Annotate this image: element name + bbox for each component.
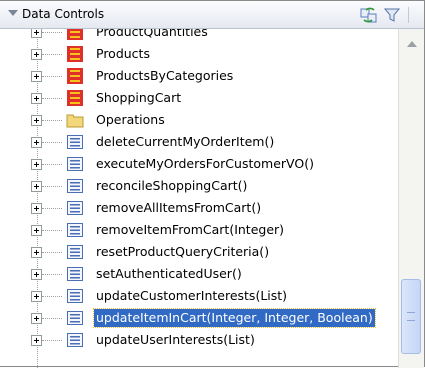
tree-item-label[interactable]: resetProductQueryCriteria() <box>94 243 271 261</box>
method-icon <box>66 266 84 282</box>
expand-plus-icon[interactable] <box>31 269 42 280</box>
toolbar-separator <box>408 7 409 23</box>
tree-connector <box>42 208 62 209</box>
tree-item[interactable]: ProductQuantities <box>0 29 398 44</box>
tree-connector <box>42 76 62 77</box>
tree-item[interactable]: removeItemFromCart(Integer) <box>0 220 398 242</box>
tree-connector <box>42 164 62 165</box>
collapse-arrow-icon[interactable] <box>8 10 18 16</box>
tree-connector <box>42 252 62 253</box>
data-controls-panel: Data Controls ProductQuantities Products P… <box>0 0 425 368</box>
collection-icon <box>66 68 84 84</box>
tree-item-label[interactable]: reconcileShoppingCart() <box>94 177 249 195</box>
tree-item-label[interactable]: updateCustomerInterests(List) <box>94 287 289 305</box>
tree-item[interactable]: deleteCurrentMyOrderItem() <box>0 132 398 154</box>
refresh-icon[interactable] <box>360 6 378 24</box>
expand-plus-icon[interactable] <box>31 291 42 302</box>
tree-item-label[interactable]: deleteCurrentMyOrderItem() <box>94 133 276 151</box>
collection-icon <box>66 90 84 106</box>
tree-item-label[interactable]: removeItemFromCart(Integer) <box>94 221 286 239</box>
vertical-scrollbar[interactable] <box>398 29 424 368</box>
tree-item-label[interactable]: executeMyOrdersForCustomerVO() <box>94 155 316 173</box>
tree-item[interactable]: reconcileShoppingCart() <box>0 176 398 198</box>
tree-item[interactable]: updateItemInCart(Integer, Integer, Boole… <box>0 308 398 330</box>
scroll-up-arrow-icon[interactable] <box>407 41 417 47</box>
tree-item[interactable]: ProductsByCategories <box>0 66 398 88</box>
expand-plus-icon[interactable] <box>31 93 42 104</box>
tree-item[interactable]: resetProductQueryCriteria() <box>0 242 398 264</box>
tree-connector <box>42 340 62 341</box>
scrollbar-thumb[interactable] <box>401 279 421 354</box>
method-icon <box>66 222 84 238</box>
expand-plus-icon[interactable] <box>31 71 42 82</box>
tree-connector <box>42 274 62 275</box>
tree-item-label[interactable]: updateUserInterests(List) <box>94 331 257 349</box>
tree-item-label[interactable]: ShoppingCart <box>94 89 183 107</box>
tree-connector <box>42 32 62 33</box>
collection-icon <box>66 29 84 40</box>
expand-plus-icon[interactable] <box>31 313 42 324</box>
tree-connector <box>42 230 62 231</box>
tree-connector <box>42 120 62 121</box>
panel-header: Data Controls <box>0 1 424 29</box>
method-icon <box>66 178 84 194</box>
expand-plus-icon[interactable] <box>31 181 42 192</box>
tree-item[interactable]: Products <box>0 44 398 66</box>
tree-item-label[interactable]: ProductQuantities <box>94 29 210 41</box>
expand-plus-icon[interactable] <box>31 49 42 60</box>
expand-plus-icon[interactable] <box>31 159 42 170</box>
folder-icon <box>66 112 84 128</box>
tree-item[interactable]: Operations <box>0 110 398 132</box>
tree-connector <box>42 318 62 319</box>
method-icon <box>66 244 84 260</box>
tree-item-label[interactable]: updateItemInCart(Integer, Integer, Boole… <box>93 308 376 328</box>
expand-plus-icon[interactable] <box>31 137 42 148</box>
panel-title: Data Controls <box>22 7 105 21</box>
tree-item-label[interactable]: Operations <box>94 111 167 129</box>
tree-item-label[interactable]: Products <box>94 45 152 63</box>
method-icon <box>66 200 84 216</box>
data-controls-tree: ProductQuantities Products ProductsByCateg… <box>0 29 398 368</box>
expand-plus-icon[interactable] <box>31 115 42 126</box>
tree-item[interactable]: updateUserInterests(List) <box>0 330 398 352</box>
tree-connector <box>42 142 62 143</box>
method-icon <box>66 134 84 150</box>
tree-connector <box>42 186 62 187</box>
expand-plus-icon[interactable] <box>31 335 42 346</box>
tree-item[interactable]: executeMyOrdersForCustomerVO() <box>0 154 398 176</box>
method-icon <box>66 332 84 348</box>
method-icon <box>66 288 84 304</box>
filter-icon[interactable] <box>383 6 401 24</box>
method-icon <box>66 310 84 326</box>
tree-item-label[interactable]: setAuthenticatedUser() <box>94 265 244 283</box>
tree-item-label[interactable]: ProductsByCategories <box>94 67 235 85</box>
tree-item[interactable]: ShoppingCart <box>0 88 398 110</box>
expand-plus-icon[interactable] <box>31 203 42 214</box>
expand-plus-icon[interactable] <box>31 225 42 236</box>
tree-item-label[interactable]: removeAllItemsFromCart() <box>94 199 263 217</box>
tree-connector <box>42 296 62 297</box>
tree-connector <box>42 98 62 99</box>
method-icon <box>66 156 84 172</box>
tree-item[interactable]: removeAllItemsFromCart() <box>0 198 398 220</box>
tree-item[interactable]: setAuthenticatedUser() <box>0 264 398 286</box>
tree-item[interactable]: updateCustomerInterests(List) <box>0 286 398 308</box>
expand-plus-icon[interactable] <box>31 29 42 38</box>
expand-plus-icon[interactable] <box>31 247 42 258</box>
collection-icon <box>66 46 84 62</box>
tree-connector <box>42 54 62 55</box>
